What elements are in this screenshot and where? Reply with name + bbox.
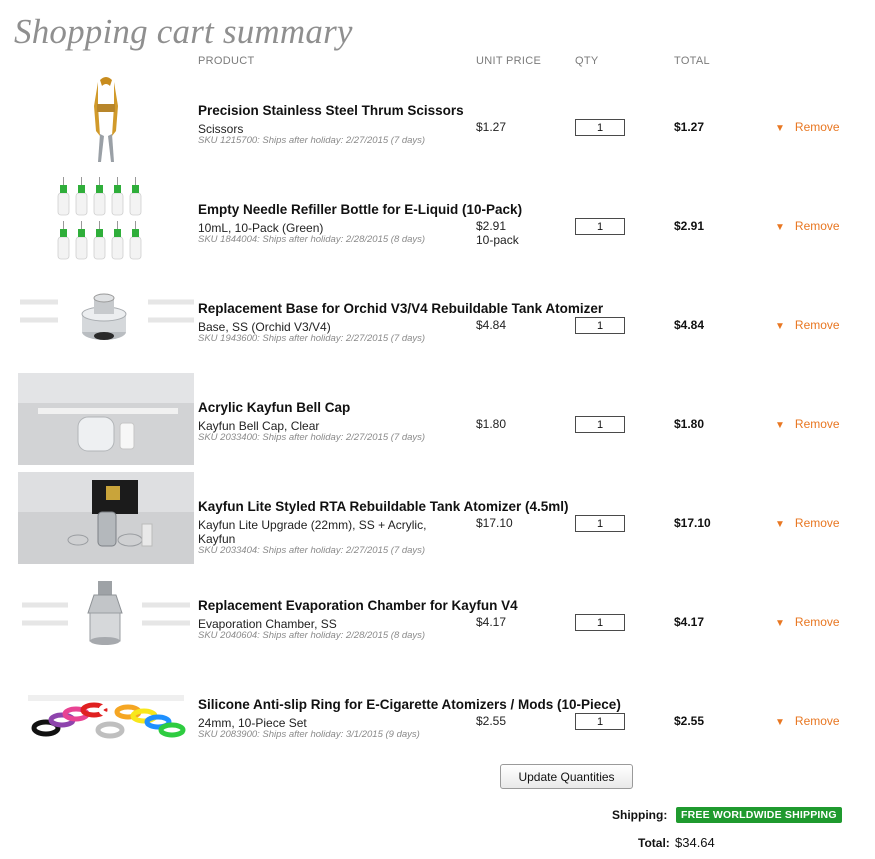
product-sku: SKU 2033400: Ships after holiday: 2/27/2…: [198, 432, 426, 443]
product-variant: Kayfun Bell Cap, Clear: [198, 419, 320, 433]
shipping-label: Shipping:: [612, 808, 668, 822]
order-total-label: Total:: [638, 836, 670, 850]
cart-row: Precision Stainless Steel Thrum Scissors…: [0, 72, 875, 171]
product-variant: Evaporation Chamber, SS: [198, 617, 337, 631]
cart-row: Acrylic Kayfun Bell Cap Kayfun Bell Cap,…: [0, 369, 875, 468]
quantity-input[interactable]: [575, 317, 625, 334]
silicone-rings-icon: [28, 695, 186, 739]
unit-price: $1.80: [476, 417, 507, 431]
quantity-input[interactable]: [575, 119, 625, 136]
needle-bottles-icon: [57, 177, 142, 260]
triangle-down-icon: ▼: [775, 321, 785, 332]
column-header-qty: QTY: [575, 55, 599, 67]
product-sku: SKU 1844004: Ships after holiday: 2/28/2…: [198, 234, 426, 245]
quantity-input[interactable]: [575, 416, 625, 433]
triangle-down-icon: ▼: [775, 123, 785, 134]
free-shipping-badge: FREE WORLDWIDE SHIPPING: [676, 807, 842, 823]
product-name[interactable]: Replacement Evaporation Chamber for Kayf…: [198, 598, 518, 613]
product-thumbnail[interactable]: [18, 274, 194, 366]
product-name[interactable]: Empty Needle Refiller Bottle for E-Liqui…: [198, 202, 522, 217]
product-variant: 10mL, 10-Pack (Green): [198, 221, 324, 235]
product-sku: SKU 2033404: Ships after holiday: 2/27/2…: [198, 545, 426, 556]
unit-note: 10-pack: [476, 233, 519, 247]
line-total: $1.27: [674, 120, 705, 134]
remove-button[interactable]: ▼ Remove: [775, 714, 840, 728]
product-sku: SKU 2040604: Ships after holiday: 2/28/2…: [198, 630, 426, 641]
unit-price: $17.10: [476, 516, 513, 530]
cart-row: Silicone Anti-slip Ring for E-Cigarette …: [0, 666, 875, 765]
product-thumbnail[interactable]: [18, 175, 194, 267]
product-variant: Kayfun Lite Upgrade (22mm), SS + Acrylic…: [198, 518, 427, 546]
line-total: $4.84: [674, 318, 705, 332]
triangle-down-icon: ▼: [775, 618, 785, 629]
quantity-input[interactable]: [575, 614, 625, 631]
line-total: $2.55: [674, 714, 705, 728]
line-total: $2.91: [674, 219, 705, 233]
unit-price: $4.84: [476, 318, 507, 332]
product-name[interactable]: Kayfun Lite Styled RTA Rebuildable Tank …: [198, 499, 569, 514]
scissors-icon: [94, 77, 118, 162]
quantity-input[interactable]: [575, 713, 625, 730]
remove-button[interactable]: ▼ Remove: [775, 516, 840, 530]
evaporation-chamber-icon: [22, 581, 190, 645]
product-variant: 24mm, 10-Piece Set: [198, 716, 307, 730]
unit-price: $4.17: [476, 615, 507, 629]
product-thumbnail[interactable]: [18, 571, 194, 663]
product-sku: SKU 1943600: Ships after holiday: 2/27/2…: [198, 333, 426, 344]
page-title: Shopping cart summary: [14, 12, 353, 51]
atomizer-base-icon: [20, 293, 194, 340]
remove-button[interactable]: ▼ Remove: [775, 417, 840, 431]
order-total-value: $34.64: [675, 835, 715, 850]
product-variant: Base, SS (Orchid V3/V4): [198, 320, 331, 334]
product-name[interactable]: Precision Stainless Steel Thrum Scissors: [198, 103, 464, 118]
product-name[interactable]: Silicone Anti-slip Ring for E-Cigarette …: [198, 697, 621, 712]
product-sku: SKU 1215700: Ships after holiday: 2/27/2…: [198, 135, 426, 146]
quantity-input[interactable]: [575, 515, 625, 532]
update-quantities-button[interactable]: Update Quantities: [500, 764, 633, 789]
product-thumbnail[interactable]: [18, 76, 194, 168]
product-thumbnail[interactable]: [18, 373, 194, 465]
triangle-down-icon: ▼: [775, 420, 785, 431]
cart-row: Replacement Evaporation Chamber for Kayf…: [0, 567, 875, 666]
remove-button[interactable]: ▼ Remove: [775, 120, 840, 134]
unit-price: $2.55: [476, 714, 507, 728]
product-name[interactable]: Acrylic Kayfun Bell Cap: [198, 400, 350, 415]
column-header-total: TOTAL: [674, 55, 710, 67]
remove-button[interactable]: ▼ Remove: [775, 219, 840, 233]
cart-row: Empty Needle Refiller Bottle for E-Liqui…: [0, 171, 875, 270]
quantity-input[interactable]: [575, 218, 625, 235]
line-total: $4.17: [674, 615, 705, 629]
product-variant: Scissors: [198, 122, 244, 136]
cart-row: Kayfun Lite Styled RTA Rebuildable Tank …: [0, 468, 875, 567]
triangle-down-icon: ▼: [775, 717, 785, 728]
triangle-down-icon: ▼: [775, 519, 785, 530]
unit-price: $1.27: [476, 120, 507, 134]
product-thumbnail[interactable]: [18, 670, 194, 762]
remove-button[interactable]: ▼ Remove: [775, 318, 840, 332]
rta-kit-icon: [18, 472, 194, 564]
remove-button[interactable]: ▼ Remove: [775, 615, 840, 629]
product-name[interactable]: Replacement Base for Orchid V3/V4 Rebuil…: [198, 301, 603, 316]
column-header-product: PRODUCT: [198, 55, 255, 67]
unit-price: $2.91 10-pack: [476, 219, 519, 247]
line-total: $1.80: [674, 417, 705, 431]
bell-cap-icon: [18, 373, 194, 465]
column-header-unit-price: UNIT PRICE: [476, 55, 542, 67]
product-sku: SKU 2083900: Ships after holiday: 3/1/20…: [198, 729, 420, 740]
line-total: $17.10: [674, 516, 711, 530]
triangle-down-icon: ▼: [775, 222, 785, 233]
cart-row: Replacement Base for Orchid V3/V4 Rebuil…: [0, 270, 875, 369]
product-thumbnail[interactable]: [18, 472, 194, 564]
